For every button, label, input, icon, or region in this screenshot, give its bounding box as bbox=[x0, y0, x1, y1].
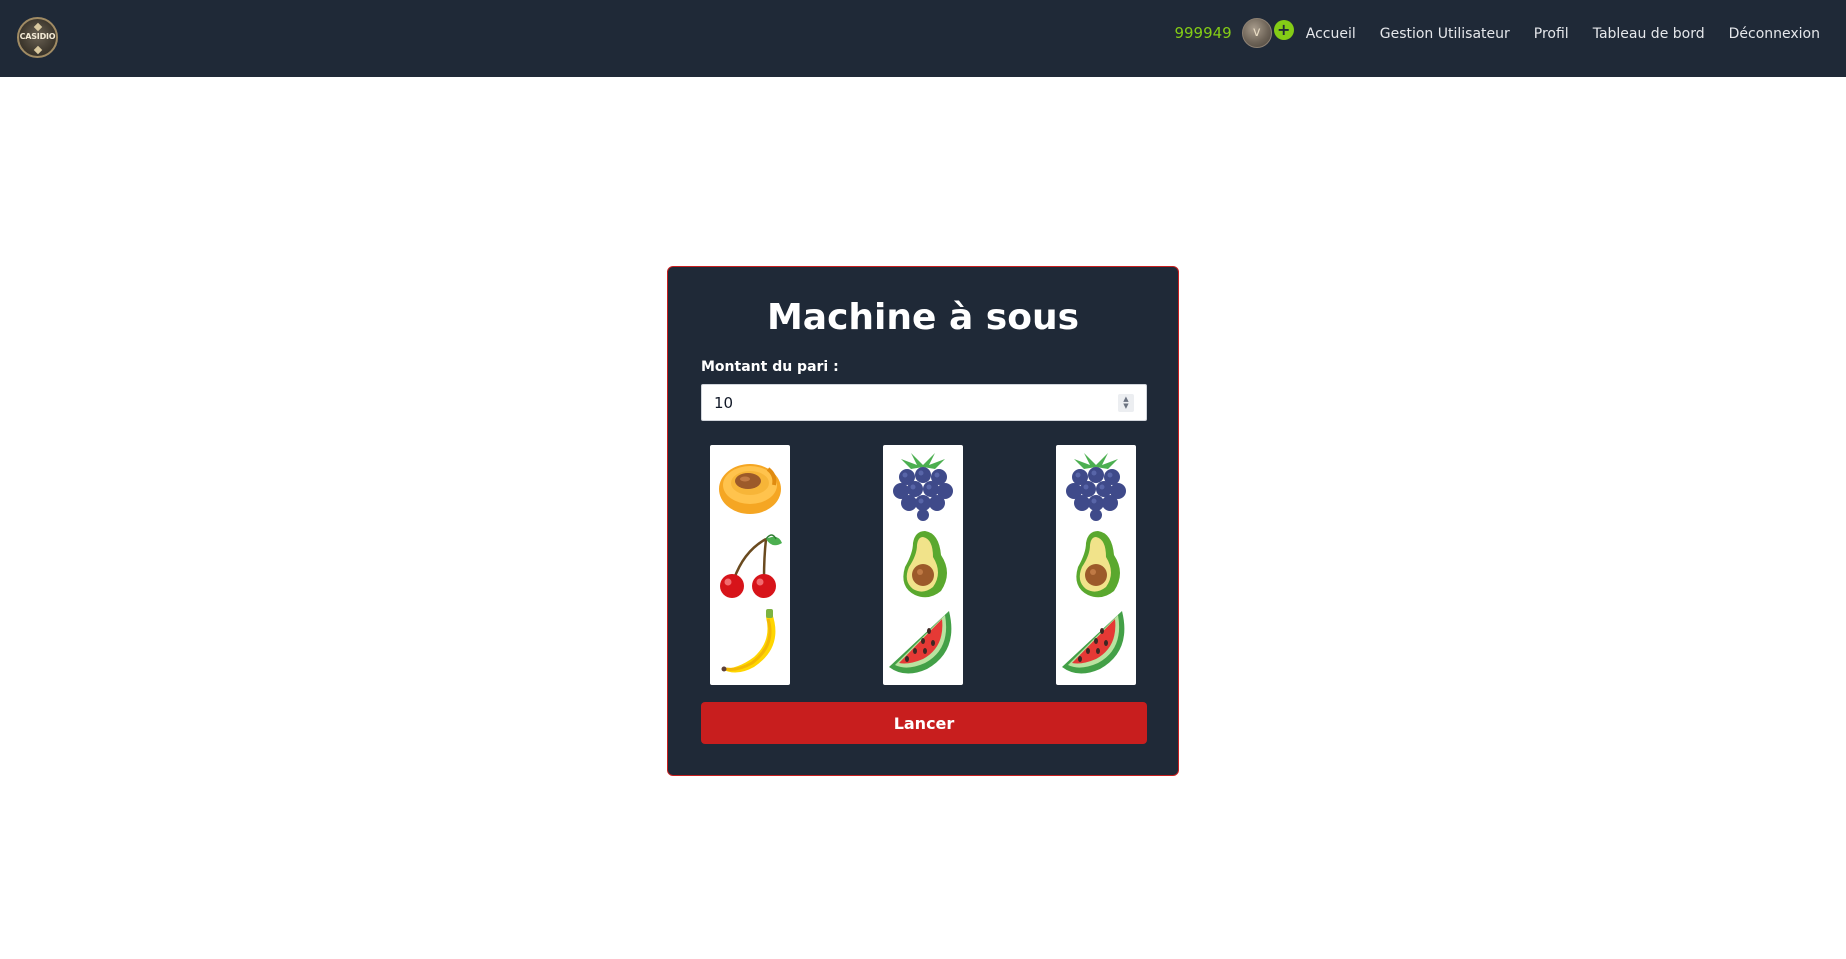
slot-reel-3 bbox=[1056, 445, 1136, 685]
add-funds-button[interactable]: + bbox=[1273, 19, 1294, 40]
blackberry-icon bbox=[887, 449, 959, 521]
nav-right-group: 999949 v + Accueil Gestion Utilisateur P… bbox=[1174, 0, 1846, 77]
blackberry-icon bbox=[1060, 449, 1132, 521]
cherry-icon bbox=[714, 529, 786, 601]
apricot-icon bbox=[714, 449, 786, 521]
bet-amount-value: 10 bbox=[714, 393, 734, 412]
bet-amount-label: Montant du pari : bbox=[701, 359, 839, 375]
casidio-logo[interactable]: CASIDIO bbox=[17, 17, 58, 58]
watermelon-icon bbox=[887, 607, 959, 679]
bet-amount-input[interactable]: 10 ▲ ▼ bbox=[701, 384, 1147, 421]
stepper-down-icon[interactable]: ▼ bbox=[1123, 403, 1128, 410]
number-stepper[interactable]: ▲ ▼ bbox=[1118, 394, 1134, 412]
nav-link-accueil[interactable]: Accueil bbox=[1306, 26, 1356, 42]
slot-machine-card: Machine à sous Montant du pari : 10 ▲ ▼ bbox=[667, 266, 1179, 776]
nav-link-deconnexion[interactable]: Déconnexion bbox=[1729, 26, 1820, 42]
page-title: Machine à sous bbox=[766, 297, 1080, 338]
spin-button[interactable]: Lancer bbox=[701, 702, 1147, 744]
nav-link-gestion-utilisateur[interactable]: Gestion Utilisateur bbox=[1380, 26, 1510, 42]
banana-icon bbox=[714, 607, 786, 679]
avocado-icon bbox=[1060, 529, 1132, 601]
slot-reel-1 bbox=[710, 445, 790, 685]
slot-reel-2 bbox=[883, 445, 963, 685]
top-navbar: CASIDIO 999949 v + Accueil Gestion Utili… bbox=[0, 0, 1846, 77]
balance-amount: 999949 bbox=[1174, 23, 1232, 42]
nav-link-tableau-de-bord[interactable]: Tableau de bord bbox=[1593, 26, 1705, 42]
logo-diamond-bottom bbox=[33, 45, 42, 55]
coin-glyph: v bbox=[1252, 25, 1261, 40]
logo-diamond-top bbox=[33, 22, 42, 32]
avocado-icon bbox=[887, 529, 959, 601]
watermelon-icon bbox=[1060, 607, 1132, 679]
nav-link-profil[interactable]: Profil bbox=[1534, 26, 1569, 42]
logo-text: CASIDIO bbox=[19, 32, 56, 41]
coin-icon: v bbox=[1241, 17, 1272, 48]
